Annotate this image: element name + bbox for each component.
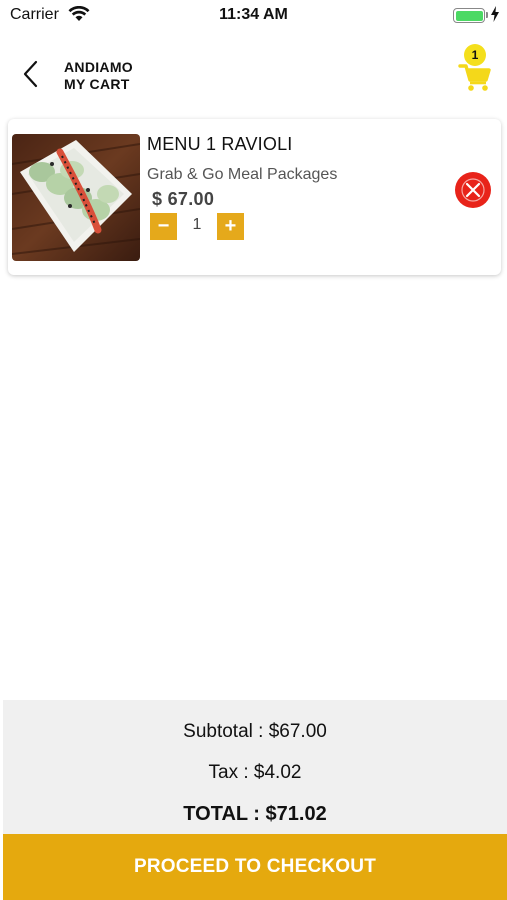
ravioli-dish-image: [12, 134, 140, 261]
cart-button[interactable]: 1: [455, 42, 495, 94]
item-category: Grab & Go Meal Packages: [147, 166, 338, 183]
battery-icon: [453, 8, 485, 23]
cart-item-card: MENU 1 RAVIOLI Grab & Go Meal Packages $…: [8, 119, 501, 275]
total-text: TOTAL : $71.02: [183, 803, 327, 825]
subtotal-text: Subtotal : $67.00: [183, 721, 327, 742]
page-title: MY CART: [64, 76, 130, 92]
status-bar: Carrier 11:34 AM: [0, 0, 507, 30]
back-button[interactable]: [16, 56, 46, 92]
header-titles: ANDIAMO MY CART: [64, 59, 133, 93]
battery-level: [455, 10, 483, 21]
quantity-increase-button[interactable]: +: [217, 213, 244, 240]
battery-nub: [486, 12, 488, 18]
quantity-decrease-button[interactable]: −: [150, 213, 177, 240]
cart-count-badge: 1: [464, 44, 486, 66]
proceed-to-checkout-button[interactable]: PROCEED TO CHECKOUT: [3, 834, 507, 900]
order-summary: Subtotal : $67.00 Tax : $4.02 TOTAL : $7…: [3, 700, 507, 834]
shopping-cart-icon: [458, 64, 491, 91]
chevron-left-icon: [23, 60, 38, 88]
remove-item-button[interactable]: [455, 172, 491, 208]
charging-bolt-icon: [491, 6, 499, 22]
clock: 11:34 AM: [219, 6, 288, 23]
item-image: [12, 134, 140, 261]
item-name: MENU 1 RAVIOLI: [147, 134, 293, 154]
item-price: $ 67.00: [152, 189, 215, 209]
tax-text: Tax : $4.02: [208, 762, 302, 783]
app-header: ANDIAMO MY CART 1: [0, 42, 507, 106]
quantity-value: 1: [192, 216, 202, 233]
close-icon: [461, 178, 485, 202]
store-name: ANDIAMO: [64, 59, 133, 75]
